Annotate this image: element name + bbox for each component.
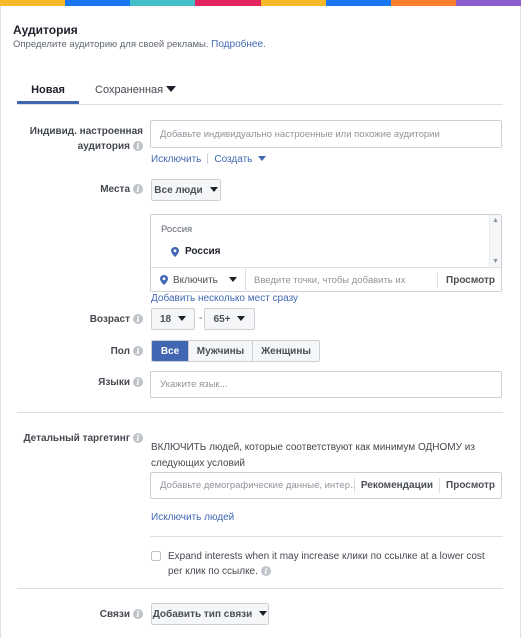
add-bulk-locations-link[interactable]: Добавить несколько мест сразу — [151, 293, 298, 304]
add-connection-type-label: Добавить тип связи — [152, 608, 253, 620]
chevron-down-icon — [166, 86, 177, 93]
tab-new[interactable]: Новая — [17, 78, 79, 104]
connections-label-text: Связи — [99, 609, 130, 620]
custom-audience-label-line1: Индивид. настроенная — [29, 126, 143, 137]
subtitle-text: Определите аудиторию для своей рекламы. — [13, 39, 209, 50]
info-icon[interactable]: i — [260, 566, 271, 577]
audience-tabs: Новая Сохраненная — [17, 78, 507, 104]
age-min-value: 18 — [159, 313, 172, 325]
section-subtitle: Определите аудиторию для своей рекламы. … — [13, 39, 266, 50]
gender-option-men[interactable]: Мужчины — [189, 341, 253, 361]
age-max-value: 65+ — [213, 313, 231, 325]
gender-label: Пол i — [15, 346, 143, 357]
info-icon[interactable]: i — [133, 377, 143, 388]
custom-audience-placeholder: Добавьте индивидуально настроенные или п… — [160, 128, 440, 140]
link-separator — [207, 154, 209, 165]
location-type-value: Все люди — [154, 184, 203, 196]
info-icon[interactable]: i — [133, 346, 143, 357]
custom-audience-input[interactable]: Добавьте индивидуально настроенные или п… — [150, 120, 502, 148]
exclude-audience-link[interactable]: Исключить — [151, 154, 201, 165]
location-input-row: Включить Введите точки, чтобы добавить и… — [151, 267, 501, 292]
include-label: Включить — [173, 274, 218, 286]
info-icon[interactable]: i — [133, 314, 143, 325]
exclude-people-row: Исключить людей — [151, 512, 234, 523]
gender-label-text: Пол — [110, 346, 130, 357]
scroll-up-icon[interactable]: ▲ — [492, 217, 499, 224]
connections-label: Связи i — [15, 609, 143, 620]
detailed-targeting-input: Добавьте демографические данные, интер..… — [150, 472, 502, 499]
detailed-browse-button[interactable]: Просмотр — [439, 478, 501, 493]
chevron-down-icon — [178, 315, 187, 321]
age-max-dropdown[interactable]: 65+ — [204, 308, 255, 330]
location-pin-icon — [171, 246, 179, 257]
detailed-targeting-label-text: Детальный таргетинг — [23, 433, 130, 444]
audience-panel: Аудитория Определите аудиторию для своей… — [0, 6, 521, 638]
locations-label-text: Места — [100, 184, 130, 195]
gender-option-all[interactable]: Все — [152, 341, 189, 361]
languages-input[interactable]: Укажите язык... — [150, 371, 502, 398]
expand-interests-label: Expand interests when it may increase кл… — [168, 551, 485, 577]
gender-option-women[interactable]: Женщины — [253, 341, 319, 361]
info-icon[interactable]: i — [133, 184, 143, 195]
location-browse-button[interactable]: Просмотр — [437, 272, 501, 288]
chevron-down-icon — [228, 276, 237, 282]
tab-new-label: Новая — [31, 84, 65, 96]
include-dropdown[interactable]: Включить — [151, 268, 246, 292]
tabs-divider — [17, 104, 503, 105]
languages-label-text: Языки — [98, 377, 130, 388]
exclude-people-link[interactable]: Исключить людей — [151, 512, 234, 523]
age-min-dropdown[interactable]: 18 — [151, 308, 195, 330]
location-scrollbar[interactable]: ▲ ▼ — [489, 215, 501, 267]
chevron-down-icon — [209, 186, 218, 192]
location-box: Россия Россия ▲ ▼ Включить Введите точки… — [150, 214, 502, 292]
location-type-dropdown[interactable]: Все люди — [151, 179, 221, 201]
scroll-down-icon[interactable]: ▼ — [492, 258, 499, 265]
location-country-header: Россия — [161, 224, 193, 235]
info-icon[interactable]: i — [133, 433, 143, 444]
selected-location: Россия — [171, 246, 221, 257]
custom-audience-label: Индивид. настроенная аудитория i — [15, 124, 143, 154]
custom-audience-label-line2: аудитория — [77, 141, 130, 152]
tab-saved-label: Сохраненная — [95, 84, 164, 96]
recommendations-button[interactable]: Рекомендации — [353, 478, 439, 493]
gender-selector: Все Мужчины Женщины — [151, 340, 320, 362]
create-audience-label: Создать — [214, 154, 253, 165]
detailed-targeting-label: Детальный таргетинг i — [15, 433, 143, 444]
inner-divider — [150, 536, 503, 537]
expand-interests-checkbox[interactable] — [151, 551, 161, 561]
learn-more-link[interactable]: Подробнее. — [211, 39, 266, 50]
create-audience-link[interactable]: Создать — [214, 154, 267, 165]
languages-placeholder: Укажите язык... — [160, 379, 228, 390]
age-label: Возраст i — [15, 314, 143, 325]
locations-label: Места i — [15, 184, 143, 195]
chevron-down-icon — [258, 155, 267, 161]
info-icon[interactable]: i — [133, 141, 143, 152]
section-divider — [17, 412, 503, 413]
tab-saved[interactable]: Сохраненная — [95, 78, 177, 104]
chevron-down-icon — [237, 315, 246, 321]
location-pin-icon — [160, 275, 168, 285]
detailed-targeting-description: ВКЛЮЧИТЬ людей, которые соответствуют ка… — [151, 442, 475, 469]
info-icon[interactable]: i — [133, 609, 143, 620]
age-label-text: Возраст — [89, 314, 130, 325]
bulk-locations-row: Добавить несколько мест сразу — [151, 293, 298, 304]
section-title: Аудитория — [13, 23, 78, 37]
chevron-down-icon — [259, 610, 268, 616]
selected-location-label: Россия — [185, 246, 221, 257]
custom-audience-actions: Исключить Создать — [151, 154, 267, 165]
location-search-input[interactable]: Введите точки, чтобы добавить их — [246, 275, 437, 286]
age-dash: - — [199, 313, 203, 324]
section-divider — [17, 588, 503, 589]
expand-interests-text: Expand interests when it may increase кл… — [168, 549, 498, 579]
languages-label: Языки i — [15, 377, 143, 388]
detailed-targeting-search[interactable]: Добавьте демографические данные, интер..… — [151, 480, 354, 491]
add-connection-type-button[interactable]: Добавить тип связи — [151, 603, 269, 625]
